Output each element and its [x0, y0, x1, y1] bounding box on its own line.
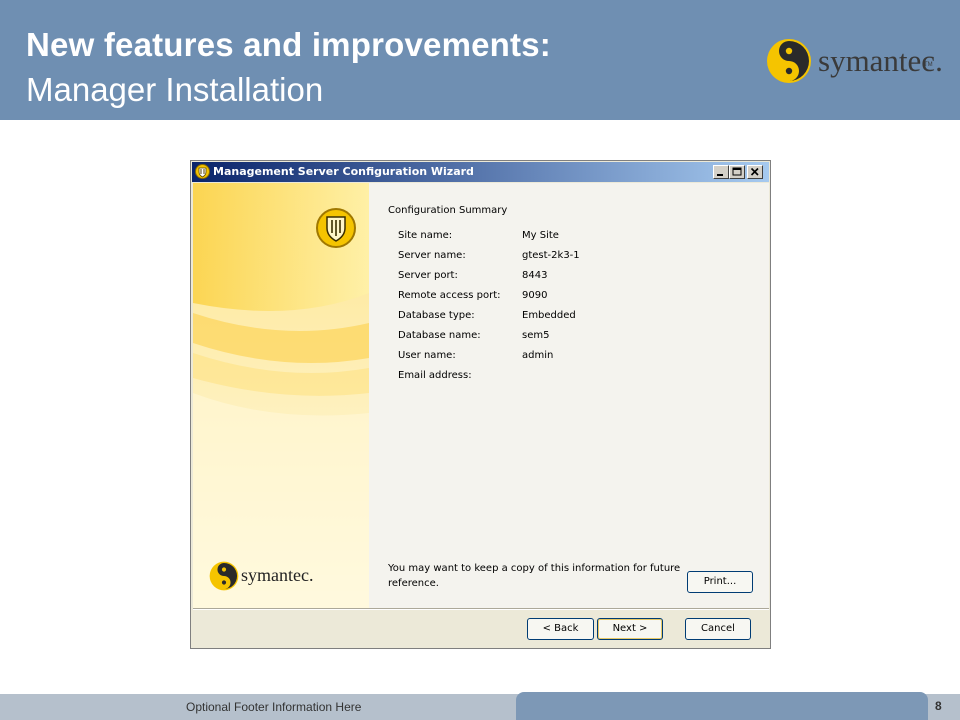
row-value: My Site [522, 230, 559, 241]
wizard-window: Management Server Configuration Wizard s… [190, 160, 771, 649]
window-title: Management Server Configuration Wizard [213, 165, 474, 178]
summary-heading: Configuration Summary [388, 205, 508, 216]
brand-trademark: TM [924, 62, 933, 68]
slide-subtitle: Manager Installation [26, 71, 324, 108]
button-bar-divider-highlight [193, 609, 769, 610]
slide: New features and improvements: Manager I… [0, 0, 960, 720]
side-brand-name: symantec. [241, 565, 314, 585]
row-value: gtest-2k3-1 [522, 250, 580, 261]
row-value: 8443 [522, 270, 548, 281]
summary-row-server-port: Server port: 8443 [398, 270, 758, 290]
wizard-side-banner: symantec. [193, 183, 369, 608]
row-label: Remote access port: [398, 290, 501, 301]
summary-panel: Configuration Summary Site name: My Site… [369, 183, 769, 608]
row-value: sem5 [522, 330, 550, 341]
row-label: User name: [398, 350, 456, 361]
maximize-icon [732, 167, 742, 176]
norton-shield-icon [316, 208, 356, 248]
row-label: Database name: [398, 330, 481, 341]
summary-row-database-name: Database name: sem5 [398, 330, 758, 350]
row-value: admin [522, 350, 554, 361]
summary-row-remote-access-port: Remote access port: 9090 [398, 290, 758, 310]
row-value: Embedded [522, 310, 576, 321]
page-number: 8 [935, 699, 942, 713]
row-label: Site name: [398, 230, 453, 241]
summary-row-email-address: Email address: [398, 370, 758, 390]
symantec-logo: symantec. TM [766, 38, 946, 84]
symantec-swirl-icon [767, 39, 811, 83]
print-button[interactable]: Print... [687, 571, 753, 593]
summary-row-site-name: Site name: My Site [398, 230, 758, 250]
row-label: Server port: [398, 270, 458, 281]
row-label: Email address: [398, 370, 472, 381]
symantec-swirl-icon [209, 561, 239, 591]
shield-icon [195, 164, 210, 179]
back-button[interactable]: < Back [527, 618, 594, 640]
slide-title: New features and improvements: [26, 26, 551, 63]
row-value: 9090 [522, 290, 548, 301]
close-button[interactable] [747, 165, 763, 179]
window-titlebar[interactable]: Management Server Configuration Wizard [192, 162, 769, 182]
summary-row-server-name: Server name: gtest-2k3-1 [398, 250, 758, 270]
wizard-content: symantec. Configuration Summary Site nam… [193, 183, 769, 608]
close-icon [750, 167, 759, 176]
brand-name: symantec. [818, 43, 943, 78]
side-symantec-logo: symantec. [209, 561, 359, 597]
summary-list: Site name: My Site Server name: gtest-2k… [398, 230, 758, 390]
maximize-button[interactable] [729, 165, 745, 179]
row-label: Database type: [398, 310, 475, 321]
copy-info-note: You may want to keep a copy of this info… [388, 563, 681, 589]
footer-tab-shape [516, 692, 928, 720]
row-label: Server name: [398, 250, 466, 261]
summary-row-user-name: User name: admin [398, 350, 758, 370]
footer-text: Optional Footer Information Here [186, 700, 362, 714]
header-band: New features and improvements: Manager I… [0, 0, 960, 120]
summary-row-database-type: Database type: Embedded [398, 310, 758, 330]
cancel-button[interactable]: Cancel [685, 618, 751, 640]
next-button[interactable]: Next > [597, 618, 663, 640]
minimize-button[interactable] [713, 165, 729, 179]
minimize-icon [717, 174, 723, 176]
